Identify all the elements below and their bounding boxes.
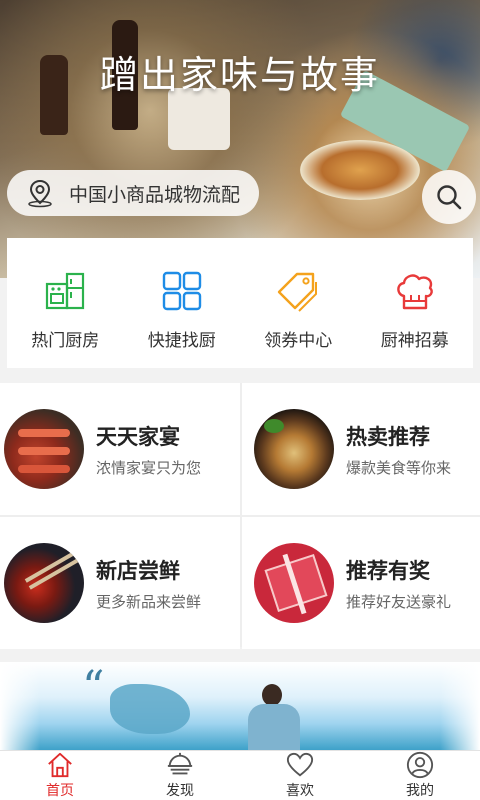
quick-entry-label: 厨神招募 (380, 331, 449, 351)
card-family-banquet[interactable]: 天天家宴 浓情家宴只为您 (0, 383, 240, 515)
heart-icon (286, 752, 314, 777)
hero-banner: 蹭出家味与故事 (0, 0, 480, 278)
app-screen: 蹭出家味与故事 中国小商品城物流配 热门厨房 快捷找厨 领券中心 厨神招募 天天… (0, 0, 480, 800)
feature-card-grid: 天天家宴 浓情家宴只为您 热卖推荐 爆款美食等你来 新店尝鲜 更多新品来尝鲜 推… (0, 383, 480, 649)
card-subtitle: 浓情家宴只为您 (96, 458, 202, 477)
coupon-tag-icon (278, 272, 318, 312)
tab-discover[interactable]: 发现 (120, 751, 240, 800)
tab-profile[interactable]: 我的 (360, 751, 480, 800)
search-button[interactable] (422, 170, 476, 224)
card-thumbnail (254, 543, 334, 623)
tab-label: 发现 (166, 783, 194, 799)
map-pin-icon (28, 179, 52, 208)
banner-person-image (248, 684, 300, 750)
card-subtitle: 更多新品来尝鲜 (96, 592, 202, 611)
quick-entry-label: 领券中心 (264, 331, 333, 351)
discover-bowl-icon (167, 752, 193, 775)
location-text: 中国小商品城物流配 (69, 183, 241, 206)
grid-icon (162, 271, 201, 311)
tab-home[interactable]: 首页 (0, 751, 120, 800)
promo-banner[interactable]: “ (0, 662, 480, 750)
card-referral-reward[interactable]: 推荐有奖 推荐好友送豪礼 (242, 517, 480, 649)
card-subtitle: 爆款美食等你来 (346, 458, 452, 477)
tab-label: 我的 (406, 783, 434, 799)
card-thumbnail (4, 409, 84, 489)
quick-entry-coupon-center[interactable]: 领券中心 (240, 238, 357, 368)
location-selector[interactable]: 中国小商品城物流配 (7, 170, 259, 216)
hero-photo-plate (300, 140, 420, 200)
banner-brush-art (110, 684, 190, 734)
kitchen-icon (46, 272, 85, 310)
quick-entry-find-chef[interactable]: 快捷找厨 (124, 238, 241, 368)
card-thumbnail (254, 409, 334, 489)
quick-entry-chef-recruit[interactable]: 厨神招募 (357, 238, 474, 368)
banner-quote-mark: “ (82, 662, 105, 713)
tab-label: 喜欢 (286, 783, 314, 799)
bottom-tab-bar: 首页 发现 喜欢 我的 (0, 750, 480, 800)
quick-entry-label: 快捷找厨 (147, 331, 216, 351)
home-icon (48, 752, 72, 778)
quick-entry-label: 热门厨房 (31, 331, 100, 351)
card-subtitle: 推荐好友送豪礼 (346, 592, 452, 611)
card-title: 天天家宴 (96, 424, 180, 449)
card-title: 推荐有奖 (346, 558, 430, 583)
chef-hat-icon (396, 274, 433, 310)
card-new-store[interactable]: 新店尝鲜 更多新品来尝鲜 (0, 517, 240, 649)
user-icon (406, 751, 434, 779)
card-hot-recommend[interactable]: 热卖推荐 爆款美食等你来 (242, 383, 480, 515)
tab-label: 首页 (46, 783, 74, 799)
hero-slogan: 蹭出家味与故事 (99, 53, 380, 97)
card-title: 新店尝鲜 (96, 558, 180, 583)
quick-entry-hot-kitchen[interactable]: 热门厨房 (7, 238, 124, 368)
card-thumbnail (4, 543, 84, 623)
quick-entry-panel: 热门厨房 快捷找厨 领券中心 厨神招募 (7, 238, 473, 368)
search-icon (437, 185, 462, 210)
card-title: 热卖推荐 (346, 424, 430, 449)
tab-favorites[interactable]: 喜欢 (240, 751, 360, 800)
